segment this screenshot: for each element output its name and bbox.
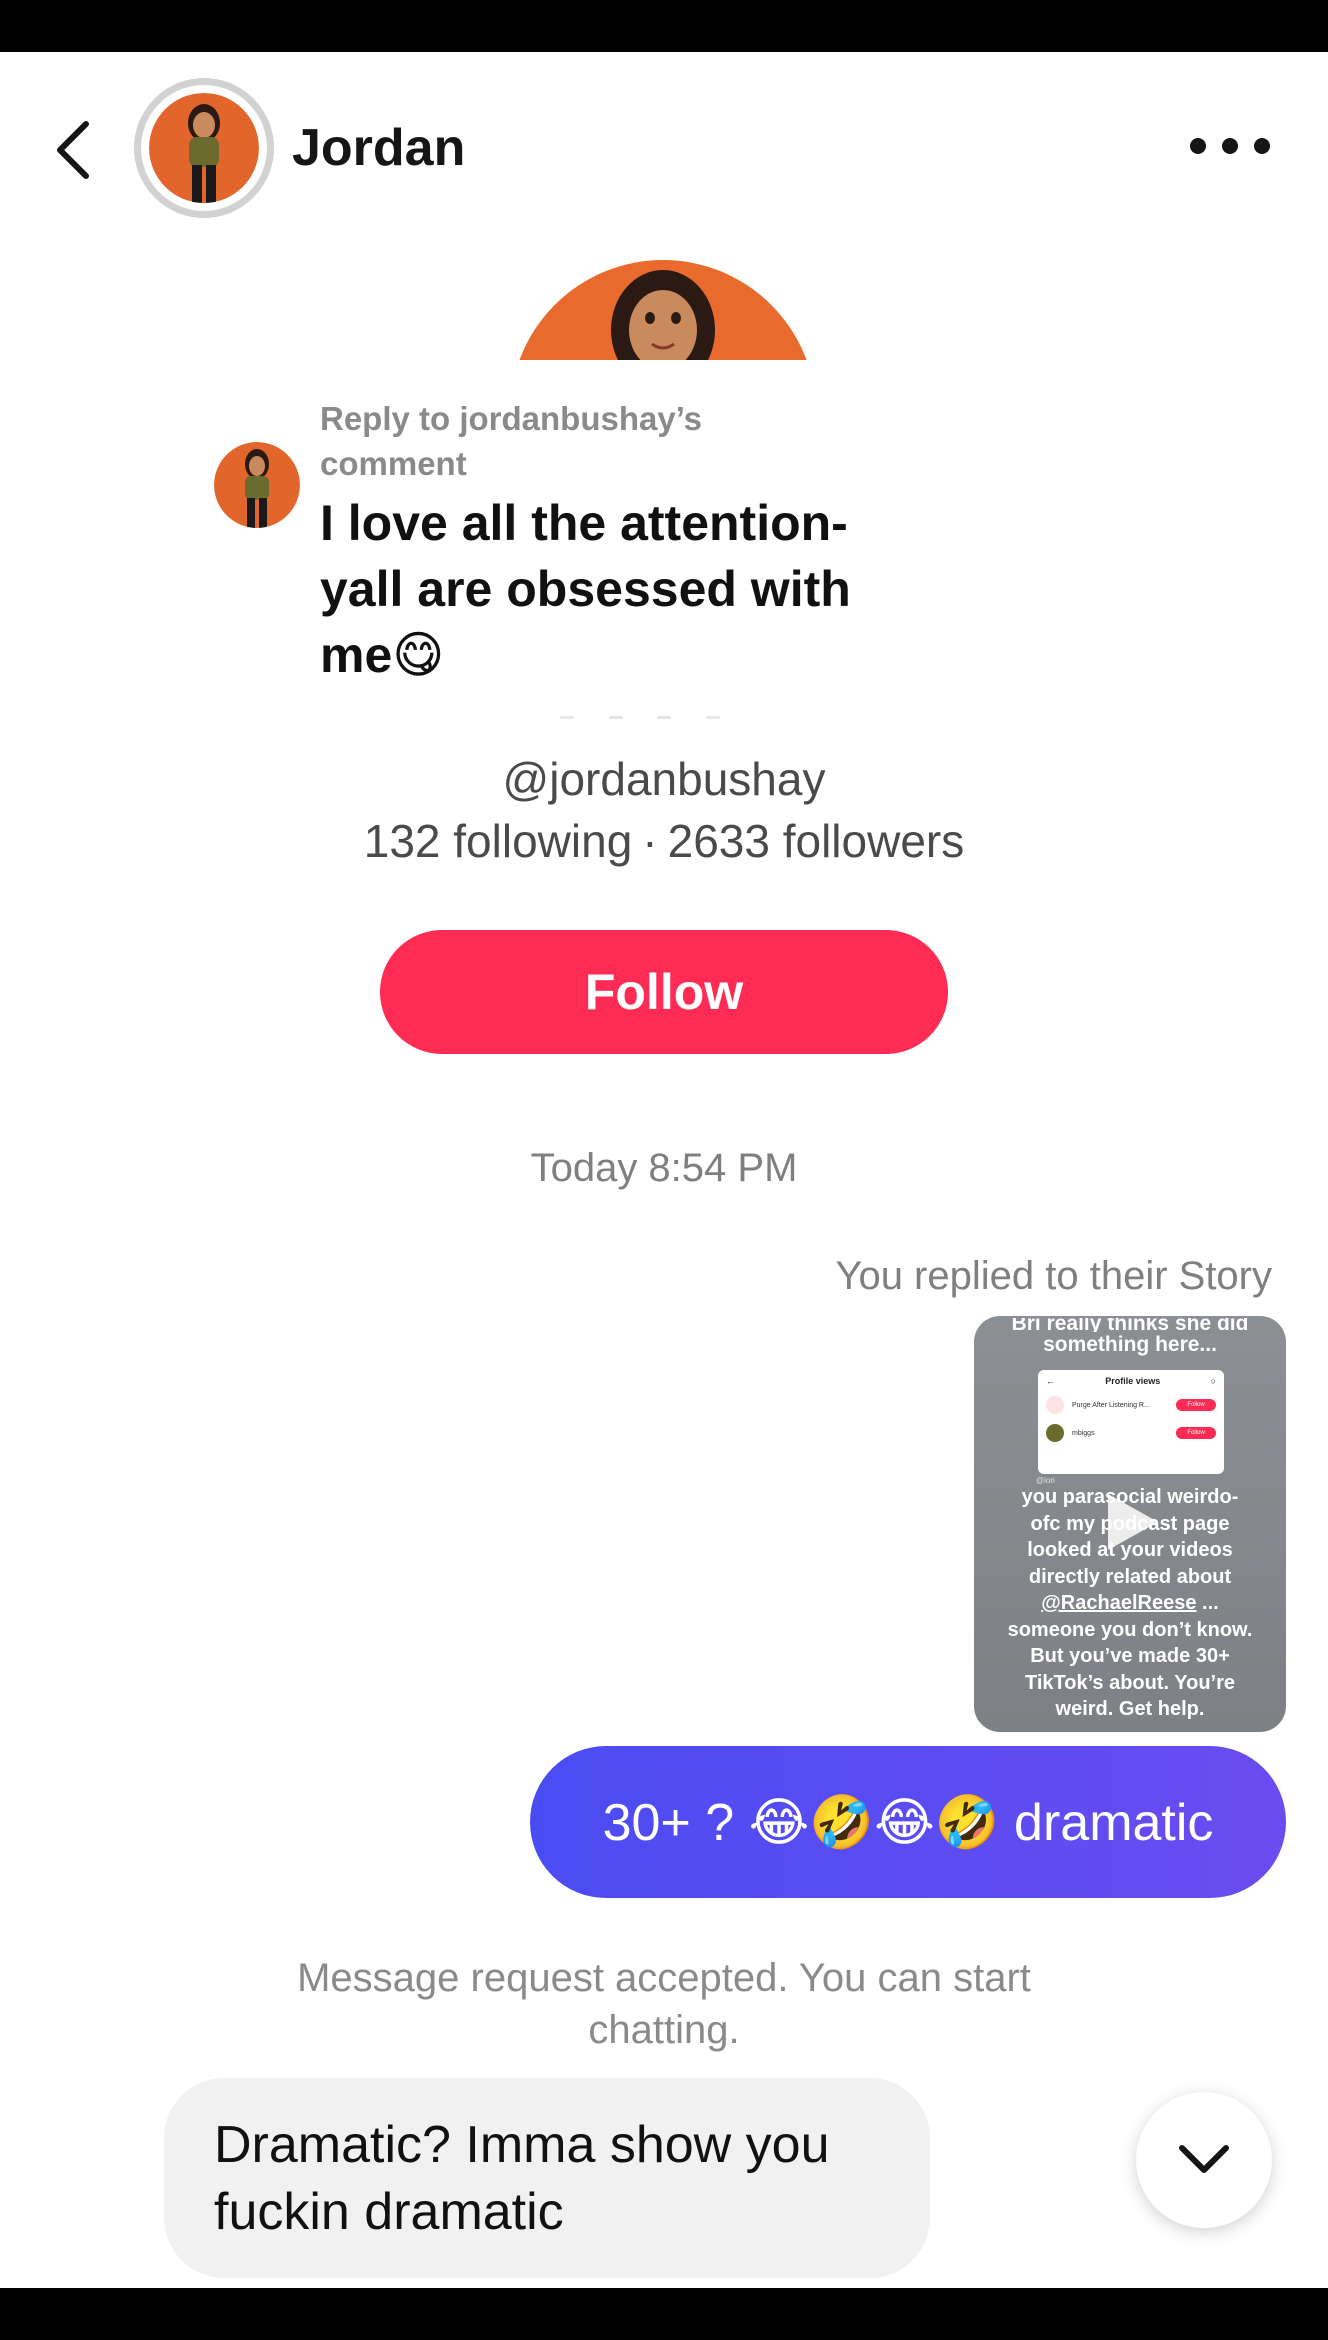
scroll-to-bottom-button[interactable] bbox=[1136, 2092, 1272, 2228]
story-text-line: TikTok’s about. You’re bbox=[1024, 1671, 1236, 1694]
back-button[interactable] bbox=[44, 108, 104, 192]
stats-separator: · bbox=[642, 815, 658, 867]
avatar[interactable] bbox=[134, 78, 274, 218]
chat-timestamp: Today 8:54 PM bbox=[530, 1146, 798, 1190]
story-reply-note: You replied to their Story bbox=[835, 1254, 1272, 1298]
reply-label: Reply to jordanbushay’s comment bbox=[320, 400, 703, 482]
more-horizontal-icon-dot bbox=[1222, 138, 1238, 154]
profile-avatar-large[interactable] bbox=[510, 260, 816, 360]
more-options-button[interactable] bbox=[1190, 126, 1270, 166]
story-caption-clipped: Bri really thinks she did bbox=[1011, 1318, 1249, 1332]
replied-comment: I love all the attention- yall are obses… bbox=[320, 495, 851, 683]
reply-avatar bbox=[214, 442, 300, 528]
story-caption: Bri really thinks she did something here… bbox=[974, 1318, 1286, 1358]
chevron-left-icon bbox=[57, 121, 89, 179]
divider bbox=[560, 716, 720, 720]
profile-thumb-icon bbox=[1046, 1424, 1064, 1442]
story-panel-pill: Follow bbox=[1176, 1427, 1216, 1439]
more-horizontal-icon-dot bbox=[1254, 138, 1270, 154]
story-screenshot: ← Profile views ○ Purge After Listening … bbox=[1038, 1370, 1224, 1474]
avatar-image bbox=[149, 93, 259, 203]
followers-count: 2633 followers bbox=[667, 815, 965, 867]
story-caption-text: something here... bbox=[1043, 1333, 1217, 1356]
story-preview[interactable]: Bri really thinks she did something here… bbox=[974, 1316, 1286, 1732]
chevron-down-icon bbox=[1179, 2145, 1229, 2173]
system-message: Message request accepted. You can start … bbox=[297, 1956, 1031, 2052]
story-panel-row1: Purge After Listening R... bbox=[1072, 1401, 1150, 1409]
follow-button[interactable]: Follow bbox=[380, 930, 948, 1054]
story-mention-suffix: ... bbox=[1196, 1592, 1219, 1614]
story-panel-row2: mbiggs bbox=[1072, 1429, 1095, 1437]
status-bar bbox=[0, 0, 1328, 52]
story-panel-title: Profile views bbox=[1105, 1376, 1161, 1386]
story-mention: @RachaelReese bbox=[1041, 1592, 1197, 1614]
sent-message[interactable]: 30+ ? 😂🤣😂🤣 dramatic bbox=[530, 1746, 1286, 1898]
profile-handle: @jordanbushay bbox=[502, 753, 826, 805]
more-horizontal-icon bbox=[1190, 138, 1206, 154]
arrow-left-icon: ← bbox=[1046, 1376, 1055, 1386]
following-count: 132 following bbox=[363, 815, 633, 867]
received-message[interactable]: Dramatic? Imma show you fuckin dramatic bbox=[164, 2078, 930, 2278]
profile-stats: 132 following · 2633 followers bbox=[0, 814, 1328, 868]
story-text-line: directly related about bbox=[1028, 1565, 1232, 1588]
conversation-title: Jordan bbox=[292, 119, 466, 177]
navigation-bar bbox=[0, 2288, 1328, 2340]
profile-thumb-icon bbox=[1046, 1396, 1064, 1414]
story-text-line: someone you don’t know. bbox=[1007, 1618, 1253, 1641]
story-text-line: weird. Get help. bbox=[1055, 1698, 1205, 1720]
story-panel-pill: Follow bbox=[1176, 1399, 1216, 1411]
settings-icon: ○ bbox=[1210, 1376, 1216, 1386]
play-icon[interactable] bbox=[1102, 1490, 1162, 1554]
story-text-line: But you’ve made 30+ bbox=[1030, 1645, 1230, 1667]
story-text-line: @RachaelReese ... bbox=[984, 1590, 1276, 1617]
